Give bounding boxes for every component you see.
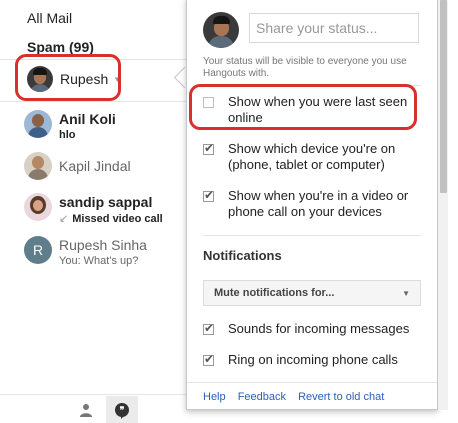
- contact-avatar: [24, 193, 52, 221]
- highlight-annotation: [189, 84, 417, 130]
- device-checkbox[interactable]: [203, 141, 214, 155]
- mute-label: Mute notifications for...: [214, 287, 335, 299]
- contact-last-message: hlo: [59, 129, 76, 141]
- ring-checkbox[interactable]: [203, 352, 214, 366]
- divider: [0, 101, 186, 102]
- divider: [187, 382, 437, 383]
- contact-avatar: R: [24, 236, 52, 264]
- contact-item[interactable]: Anil Koli hlo: [24, 110, 184, 144]
- revert-old-chat-link[interactable]: Revert to old chat: [298, 391, 384, 403]
- option-label: Ring on incoming phone calls: [228, 352, 398, 367]
- footer-links: Help Feedback Revert to old chat: [203, 391, 393, 403]
- feedback-link[interactable]: Feedback: [238, 391, 286, 403]
- contact-name: Kapil Jindal: [59, 158, 131, 174]
- hangouts-tab[interactable]: ❞: [106, 396, 138, 423]
- option-label: Show which device you're on (phone, tabl…: [228, 141, 396, 172]
- contact-name: Rupesh Sinha: [59, 237, 147, 253]
- nav-spam[interactable]: Spam (99): [27, 39, 94, 55]
- contact-last-message: You: What's up?: [59, 255, 139, 267]
- contact-item[interactable]: sandip sappal ↙ Missed video call: [24, 193, 184, 227]
- status-hint: Your status will be visible to everyone …: [203, 56, 407, 79]
- in-call-checkbox[interactable]: [203, 188, 214, 202]
- notifications-title: Notifications: [203, 248, 282, 263]
- contact-last-message: ↙ Missed video call: [59, 213, 163, 225]
- help-link[interactable]: Help: [203, 391, 226, 403]
- status-input[interactable]: [249, 13, 419, 43]
- settings-popup: Your status will be visible to everyone …: [186, 0, 438, 410]
- option-label: Show when you're in a video or phone cal…: [228, 188, 409, 219]
- contact-avatar: [24, 152, 52, 180]
- nav-all-mail[interactable]: All Mail: [27, 10, 72, 26]
- sounds-checkbox[interactable]: [203, 321, 214, 335]
- hangouts-icon: ❞: [115, 402, 129, 419]
- missed-call-icon: ↙: [59, 213, 69, 225]
- contact-name: Anil Koli: [59, 111, 116, 127]
- contact-item[interactable]: R Rupesh Sinha You: What's up?: [24, 236, 184, 270]
- divider: [0, 394, 186, 395]
- highlight-annotation: [15, 54, 121, 101]
- contact-name: sandip sappal: [59, 194, 153, 210]
- person-icon: [80, 403, 92, 417]
- contacts-tab[interactable]: [71, 396, 101, 423]
- mute-notifications-select[interactable]: Mute notifications for... ▼: [203, 280, 421, 306]
- divider: [203, 235, 421, 236]
- scrollbar-thumb[interactable]: [440, 0, 447, 193]
- chevron-down-icon: ▼: [402, 288, 410, 298]
- option-label: Sounds for incoming messages: [228, 321, 410, 336]
- avatar: [203, 12, 239, 48]
- contact-avatar: [24, 110, 52, 138]
- contact-item[interactable]: Kapil Jindal: [24, 152, 184, 186]
